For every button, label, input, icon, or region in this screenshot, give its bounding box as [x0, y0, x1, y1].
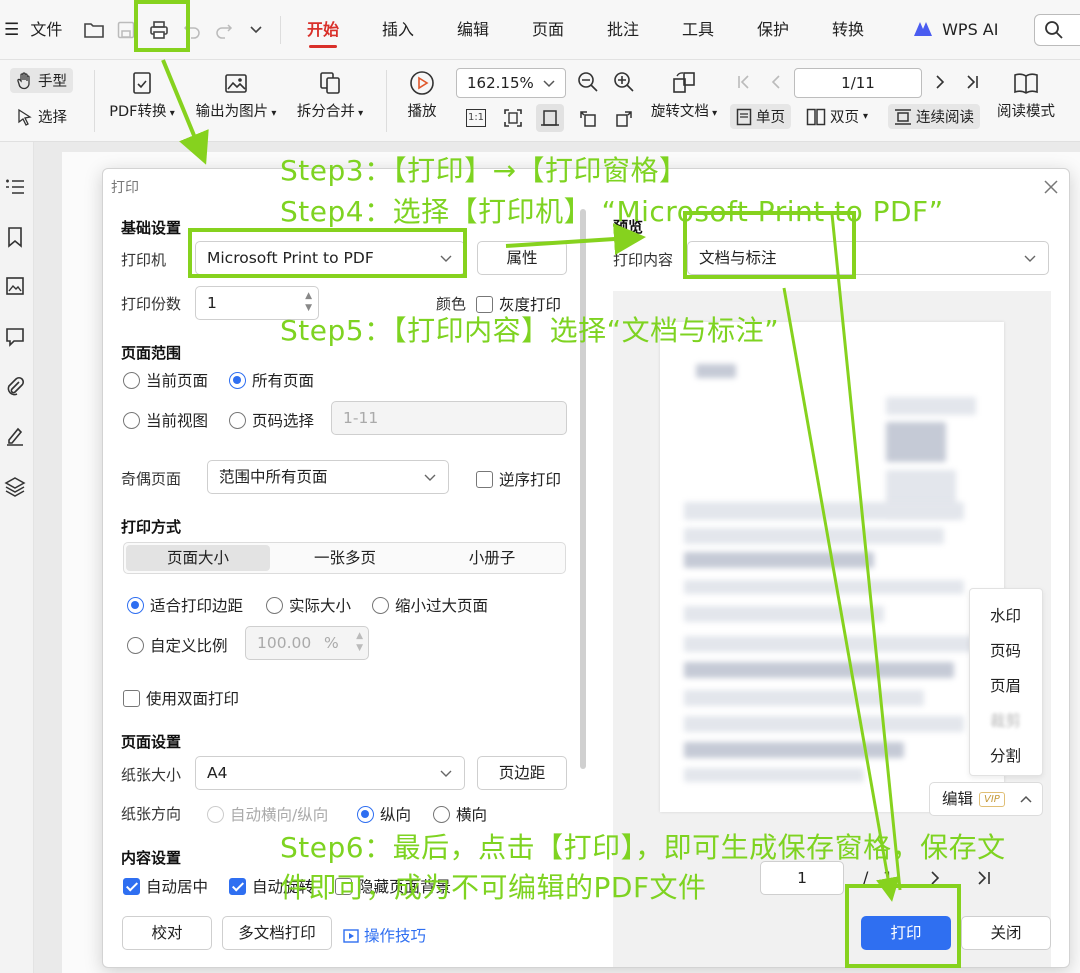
- arrow-step4: [505, 223, 646, 255]
- arrow-step5: [782, 287, 900, 902]
- arrow-step3: [161, 59, 209, 165]
- step6-annotation-line1: Step6：最后，点击【打印】，即可生成保存窗格，保存文: [280, 831, 1006, 864]
- step5-annotation: Step5：【打印内容】选择“文档与标注”: [280, 314, 780, 347]
- step4-annotation: Step4：选择【打印机】 “Microsoft Print to PDF”: [280, 195, 944, 228]
- step6-annotation-line2: 件即可，成为不可编辑的PDF文件: [280, 871, 707, 904]
- step3-annotation: Step3：【打印】→【打印窗格】: [280, 154, 688, 187]
- arrow-step5b: [830, 213, 902, 891]
